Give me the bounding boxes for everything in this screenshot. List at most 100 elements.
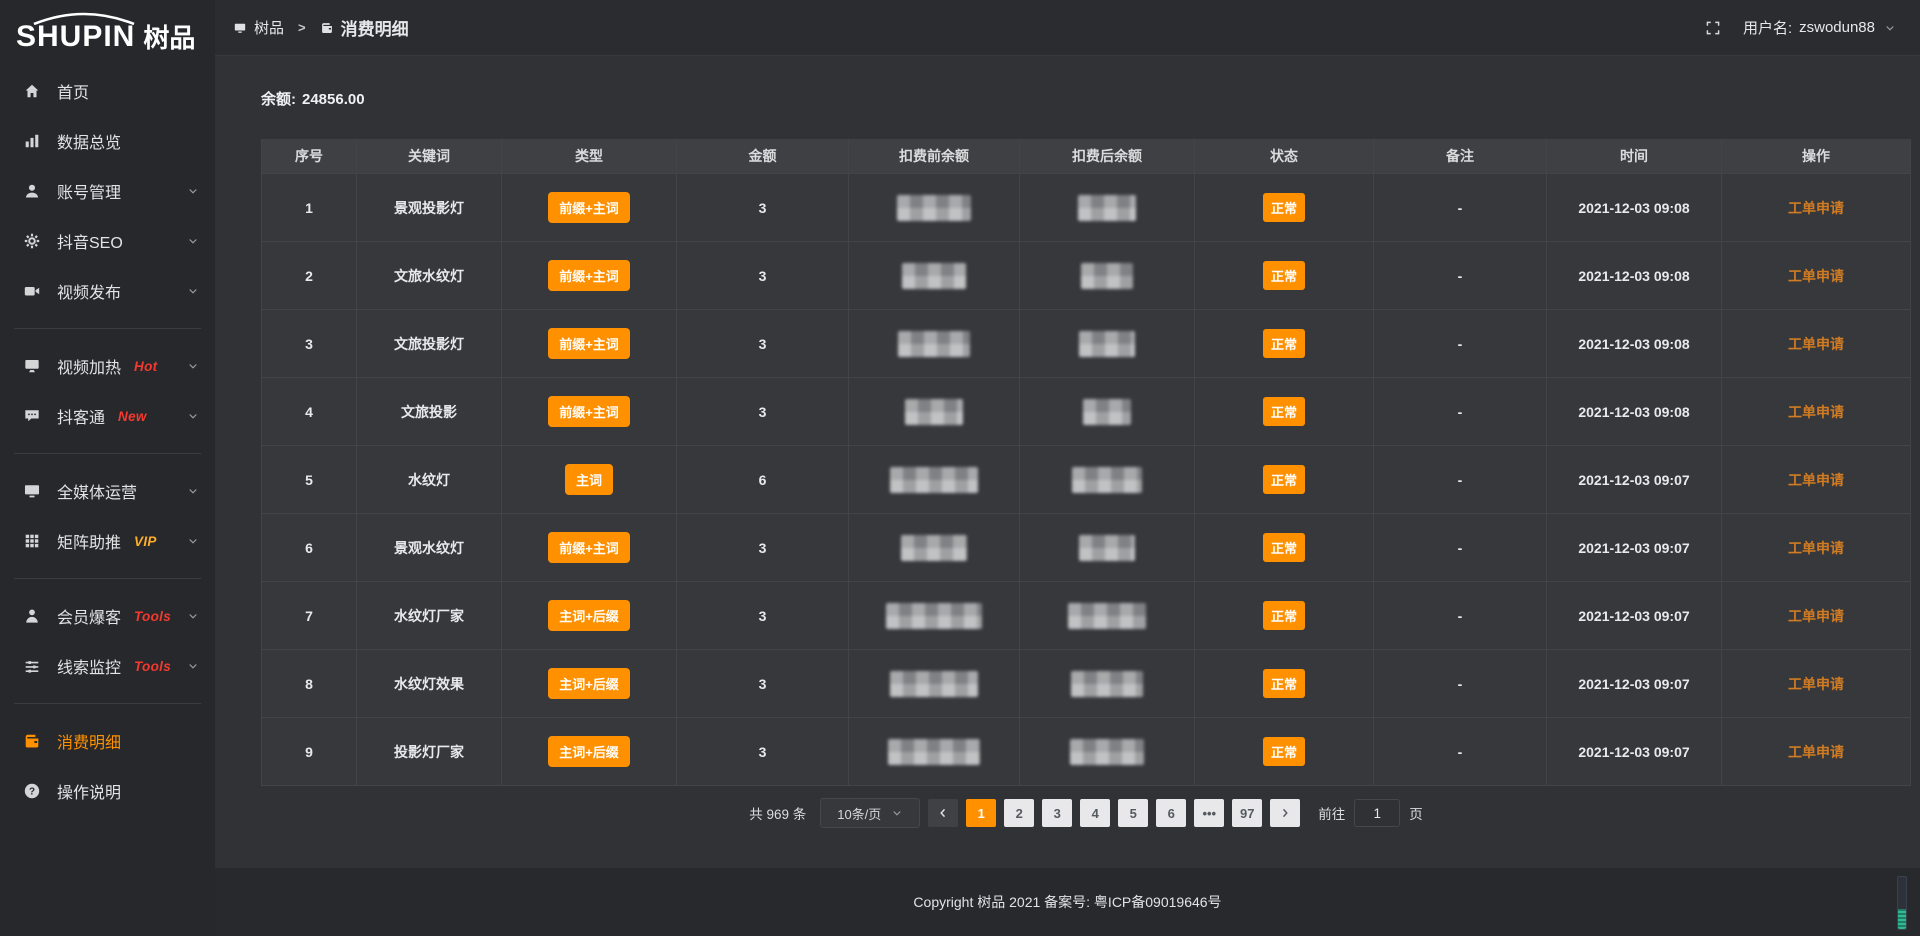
row-seq: 1 xyxy=(262,174,357,242)
sidebar-item[interactable]: 全媒体运营 xyxy=(0,466,215,516)
page-button[interactable]: 3 xyxy=(1042,799,1072,827)
work-order-link[interactable]: 工单申请 xyxy=(1788,402,1844,422)
video-icon xyxy=(22,281,42,301)
page-size-value: 10条/页 xyxy=(837,804,881,823)
page-ellipsis[interactable]: ••• xyxy=(1194,799,1224,827)
sidebar-item-label: 矩阵助推 xyxy=(57,529,121,553)
work-order-link[interactable]: 工单申请 xyxy=(1788,198,1844,218)
status-badge: 正常 xyxy=(1263,261,1305,290)
row-seq: 8 xyxy=(262,650,357,718)
table-row: 4文旅投影前缀+主词3正常-2021-12-03 09:08工单申请 xyxy=(262,378,1911,446)
table-row: 3文旅投影灯前缀+主词3正常-2021-12-03 09:08工单申请 xyxy=(262,310,1911,378)
type-badge: 主词 xyxy=(565,464,613,495)
work-order-link[interactable]: 工单申请 xyxy=(1788,742,1844,762)
row-remark: - xyxy=(1374,718,1547,786)
status-badge: 正常 xyxy=(1263,397,1305,426)
sidebar-item[interactable]: 首页 xyxy=(0,66,215,116)
sidebar-item[interactable]: 抖客通New xyxy=(0,391,215,441)
breadcrumb-root[interactable]: 树品 xyxy=(254,17,284,38)
row-seq: 2 xyxy=(262,242,357,310)
row-amount: 3 xyxy=(677,242,849,310)
row-keyword: 景观水纹灯 xyxy=(357,514,502,582)
row-seq: 4 xyxy=(262,378,357,446)
page-button[interactable]: 1 xyxy=(966,799,996,827)
sidebar-item[interactable]: 视频加热Hot xyxy=(0,341,215,391)
status-badge: 正常 xyxy=(1263,465,1305,494)
user-icon xyxy=(22,181,42,201)
row-seq: 3 xyxy=(262,310,357,378)
column-header: 状态 xyxy=(1195,139,1374,174)
user-menu[interactable]: 用户名: zswodun88 xyxy=(1743,17,1896,38)
masked-balance-before xyxy=(890,671,978,697)
chevron-down-icon xyxy=(187,610,199,622)
table-row: 8水纹灯效果主词+后缀3正常-2021-12-03 09:07工单申请 xyxy=(262,650,1911,718)
next-page-button[interactable] xyxy=(1270,799,1300,827)
row-remark: - xyxy=(1374,310,1547,378)
menu-divider xyxy=(14,578,201,579)
sidebar-item[interactable]: 数据总览 xyxy=(0,116,215,166)
fullscreen-icon[interactable] xyxy=(1705,20,1721,36)
screen-icon xyxy=(233,21,247,35)
home-icon xyxy=(22,81,42,101)
table-row: 5水纹灯主词6正常-2021-12-03 09:07工单申请 xyxy=(262,446,1911,514)
sidebar-item-label: 消费明细 xyxy=(57,729,121,753)
page-button[interactable]: 5 xyxy=(1118,799,1148,827)
consumption-table: 序号关键词类型金额扣费前余额扣费后余额状态备注时间操作 1景观投影灯前缀+主词3… xyxy=(261,139,1911,786)
menu-divider xyxy=(14,328,201,329)
sidebar-item-badge: VIP xyxy=(134,534,157,549)
masked-balance-before xyxy=(888,739,980,765)
column-header: 备注 xyxy=(1374,139,1547,174)
prev-page-button[interactable] xyxy=(928,799,958,827)
table-row: 7水纹灯厂家主词+后缀3正常-2021-12-03 09:07工单申请 xyxy=(262,582,1911,650)
goto-unit: 页 xyxy=(1409,803,1423,823)
balance-value: 24856.00 xyxy=(302,91,365,108)
username: zswodun88 xyxy=(1799,19,1875,36)
row-time: 2021-12-03 09:08 xyxy=(1547,310,1722,378)
page-button[interactable]: 6 xyxy=(1156,799,1186,827)
row-amount: 3 xyxy=(677,718,849,786)
member-icon xyxy=(22,606,42,626)
app-logo[interactable]: SHUPIN 树品 xyxy=(0,0,215,62)
chevron-down-icon xyxy=(1884,22,1896,34)
row-seq: 6 xyxy=(262,514,357,582)
goto-page-input[interactable] xyxy=(1354,799,1400,827)
column-header: 序号 xyxy=(262,139,357,174)
footer: Copyright 树品 2021 备案号: 粤ICP备09019646号 xyxy=(215,868,1920,936)
row-remark: - xyxy=(1374,514,1547,582)
row-keyword: 水纹灯厂家 xyxy=(357,582,502,650)
work-order-link[interactable]: 工单申请 xyxy=(1788,334,1844,354)
row-remark: - xyxy=(1374,378,1547,446)
page-button[interactable]: 97 xyxy=(1232,799,1262,827)
page-size-select[interactable]: 10条/页 xyxy=(820,798,920,828)
user-label: 用户名: xyxy=(1743,17,1792,38)
row-time: 2021-12-03 09:07 xyxy=(1547,514,1722,582)
logo-arc xyxy=(28,11,140,25)
row-time: 2021-12-03 09:08 xyxy=(1547,174,1722,242)
row-remark: - xyxy=(1374,174,1547,242)
sidebar-item[interactable]: 线索监控Tools xyxy=(0,641,215,691)
masked-balance-after xyxy=(1068,603,1146,629)
work-order-link[interactable]: 工单申请 xyxy=(1788,606,1844,626)
chevron-down-icon xyxy=(187,235,199,247)
work-order-link[interactable]: 工单申请 xyxy=(1788,674,1844,694)
sidebar-item[interactable]: 账号管理 xyxy=(0,166,215,216)
page-button[interactable]: 2 xyxy=(1004,799,1034,827)
sidebar-item[interactable]: 矩阵助推 VIP xyxy=(0,516,215,566)
sidebar-item[interactable]: 消费明细 xyxy=(0,716,215,766)
work-order-link[interactable]: 工单申请 xyxy=(1788,538,1844,558)
work-order-link[interactable]: 工单申请 xyxy=(1788,266,1844,286)
gear-icon xyxy=(22,231,42,251)
sidebar-item[interactable]: 视频发布 xyxy=(0,266,215,316)
sidebar-item[interactable]: ?操作说明 xyxy=(0,766,215,816)
page-button[interactable]: 4 xyxy=(1080,799,1110,827)
sidebar-item[interactable]: 会员爆客Tools xyxy=(0,591,215,641)
work-order-link[interactable]: 工单申请 xyxy=(1788,470,1844,490)
question-icon: ? xyxy=(22,781,42,801)
breadcrumb-current: 消费明细 xyxy=(341,15,409,40)
row-time: 2021-12-03 09:07 xyxy=(1547,650,1722,718)
sidebar-item[interactable]: 抖音SEO xyxy=(0,216,215,266)
type-badge: 主词+后缀 xyxy=(548,668,630,699)
type-badge: 前缀+主词 xyxy=(548,192,630,223)
sidebar-item-badge: New xyxy=(118,409,147,424)
sidebar-item-label: 会员爆客 xyxy=(57,604,121,628)
